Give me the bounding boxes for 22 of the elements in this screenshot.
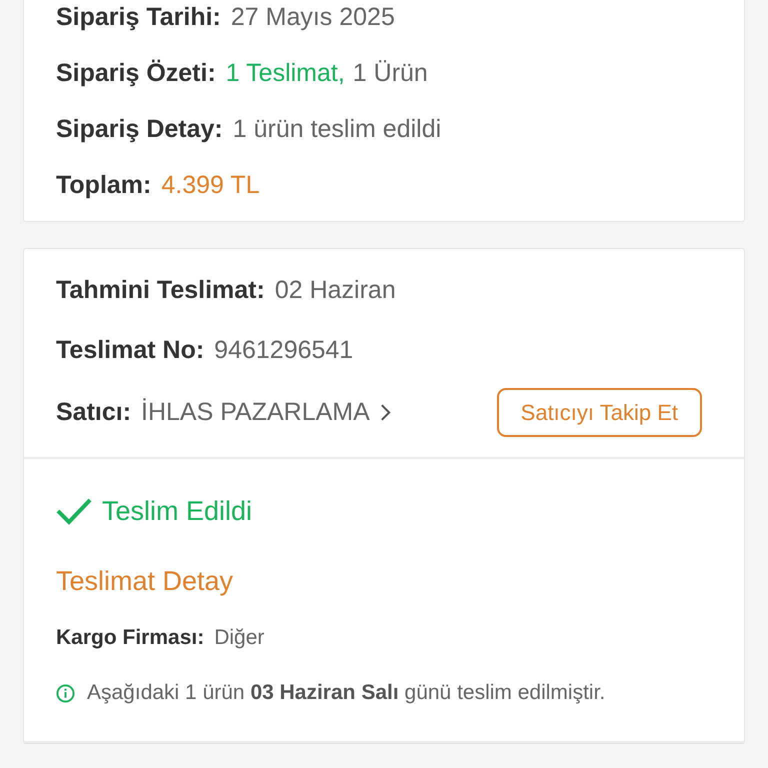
seller-link[interactable]: İHLAS PAZARLAMA: [141, 398, 370, 427]
chevron-right-icon[interactable]: [380, 403, 391, 422]
field-label: Sipariş Detay:: [56, 114, 223, 144]
section-title: Teslimat Detay: [56, 565, 234, 598]
field-label: Sipariş Tarihi:: [56, 2, 221, 32]
field-value: 1 ürün teslim edildi: [232, 114, 442, 144]
field-value: 1 Ürün: [352, 58, 428, 88]
field-label: Satıcı:: [56, 398, 132, 427]
field-label: Toplam:: [56, 170, 152, 200]
field-value: 27 Mayıs 2025: [230, 2, 395, 32]
info-message: Aşağıdaki 1 ürün 03 Haziran Salı günü teslim edilmiştir.: [87, 681, 606, 705]
field-value: 1 Teslimat,: [226, 58, 345, 88]
field-label: Kargo Firması:: [56, 626, 204, 650]
info-icon: [56, 684, 75, 702]
field-label: Tahmini Teslimat:: [56, 276, 265, 304]
field-value: Diğer: [214, 626, 264, 650]
field-value: 02 Haziran: [274, 276, 396, 304]
field-label: Teslimat No:: [56, 336, 204, 364]
field-value: 4.399 TL: [161, 170, 260, 200]
status-text: Teslim Edildi: [102, 496, 252, 526]
field-label: Sipariş Özeti:: [56, 58, 216, 88]
field-value: 9461296541: [214, 336, 354, 364]
